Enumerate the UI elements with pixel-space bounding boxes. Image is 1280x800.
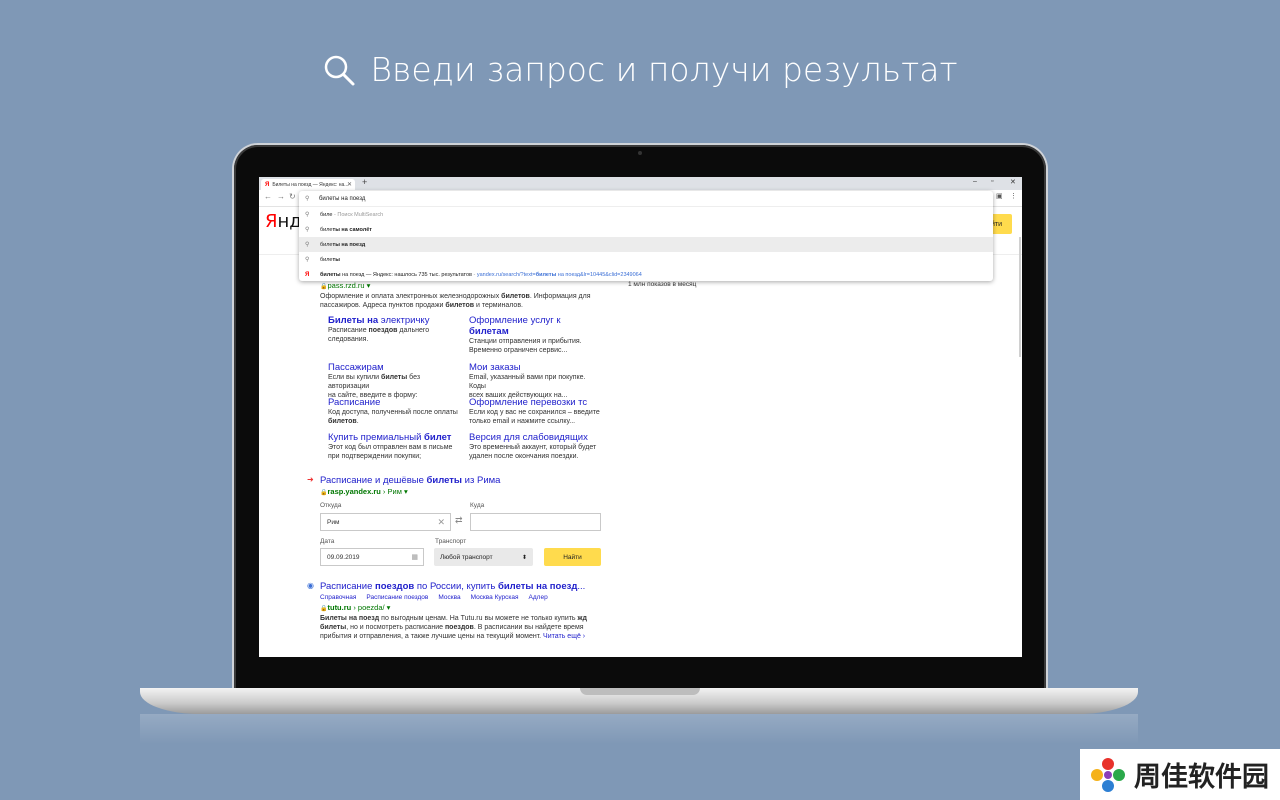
watermark-text: 周佳软件园 (1134, 762, 1269, 793)
date-input[interactable]: 09.09.2019 ▦ (320, 548, 424, 566)
crumb-link[interactable]: Адлер (529, 594, 548, 601)
result-url[interactable]: 🔒pass.rzd.ru ▾ (320, 281, 370, 292)
back-icon[interactable]: ← (264, 192, 272, 201)
omnibox-input[interactable]: ⚲ билеты на поезд (299, 191, 993, 207)
result-snippet: Билеты на поезд по выгодным ценам. На Tu… (320, 615, 587, 640)
to-input[interactable] (470, 513, 601, 531)
camera (638, 151, 642, 155)
omnibox-dropdown: ⚲ билеты на поезд ⚲ биле - Поиск MultiSe… (299, 191, 993, 281)
suggestion-item[interactable]: ⚲ билеты на поезд (299, 237, 993, 252)
result-url[interactable]: 🔒rasp.yandex.ru › Рим ▾ (320, 487, 408, 498)
minimize-icon[interactable]: – (973, 178, 977, 185)
breadcrumb: Справочная Расписание поездов Москва Мос… (320, 594, 548, 601)
result-snippet: Оформление и оплата электронных железнод… (320, 293, 591, 309)
read-more-link[interactable]: Читать ещё › (541, 633, 585, 640)
clear-icon[interactable]: ✕ (437, 517, 445, 528)
search-icon: ⚲ (305, 242, 310, 248)
tab-title: Билеты на поезд — Яндекс: на... (272, 181, 349, 188)
screen: Я Билеты на поезд — Яндекс: на... ✕ + – … (259, 177, 1022, 657)
crumb-link[interactable]: Москва (438, 594, 460, 601)
sitelink[interactable]: Расписание Код доступа, полученный после… (328, 397, 463, 426)
stats-text: 1 млн показов в месяц (628, 281, 697, 288)
sitelink[interactable]: Версия для слабовидящих Это временный ак… (469, 432, 604, 461)
result-title-link[interactable]: Расписание и дешёвые билеты из Рима (320, 475, 500, 486)
tab-favicon: Я (265, 181, 270, 188)
search-icon: ⚲ (305, 227, 310, 233)
window-close-icon[interactable]: ✕ (1010, 178, 1016, 186)
reflection (140, 714, 1138, 744)
date-label: Дата (320, 538, 335, 545)
crumb-link[interactable]: Справочная (320, 594, 356, 601)
watermark: 周佳软件园 (1080, 749, 1280, 800)
crumb-link[interactable]: Расписание поездов (366, 594, 428, 601)
transport-label: Транспорт (435, 538, 467, 545)
sitelink[interactable]: Мои заказы Email, указанный вами при пок… (469, 362, 604, 400)
swap-icon[interactable]: ⇄ (455, 515, 463, 526)
suggestion-item[interactable]: ⚲ биле - Поиск MultiSearch (299, 207, 993, 222)
suggestion-item[interactable]: ⚲ билеты на самолёт (299, 222, 993, 237)
from-label: Откуда (320, 502, 342, 509)
search-icon: ⚲ (305, 257, 310, 263)
suggestion-item[interactable]: ⚲ билеты (299, 252, 993, 267)
extension-icon[interactable]: ▣ (996, 192, 1003, 200)
transport-select[interactable]: Любой транспорт ⬍ (434, 548, 533, 566)
sitelink[interactable]: Пассажирам Если вы купили билеты без авт… (328, 362, 463, 400)
new-tab-button[interactable]: + (362, 177, 367, 187)
from-input[interactable]: Рим ✕ (320, 513, 451, 531)
headline-text: Введи запрос и получи результат (370, 50, 958, 89)
crumb-link[interactable]: Москва Курская (471, 594, 519, 601)
result-url[interactable]: 🔒tutu.ru › poezda/ ▾ (320, 603, 390, 614)
close-icon[interactable]: ✕ (347, 181, 352, 188)
tab-bar: Я Билеты на поезд — Яндекс: на... ✕ + – … (259, 177, 1022, 190)
maximize-icon[interactable]: ▫ (991, 178, 993, 185)
scrollbar[interactable] (1019, 237, 1021, 357)
search-icon: ⚲ (305, 212, 310, 218)
laptop-notch (580, 688, 700, 695)
chevron-updown-icon: ⬍ (521, 554, 527, 561)
rasp-favicon-icon: ➜ (307, 475, 314, 484)
tutu-favicon-icon: ◉ (307, 581, 314, 590)
omnibox-query: билеты на поезд (319, 195, 366, 202)
calendar-icon[interactable]: ▦ (411, 553, 418, 561)
result-title-link[interactable]: Расписание поездов по России, купить бил… (320, 581, 585, 592)
search-icon: ⚲ (305, 196, 310, 202)
browser-tab[interactable]: Я Билеты на поезд — Яндекс: на... ✕ (261, 179, 355, 190)
yandex-favicon-icon: Я (305, 271, 310, 278)
sitelink[interactable]: Оформление услуг к билетам Станции отпра… (469, 315, 604, 355)
reload-icon[interactable]: ↻ (289, 192, 296, 201)
forward-icon[interactable]: → (277, 192, 285, 201)
search-icon (325, 55, 355, 85)
history-suggestion[interactable]: Я билеты на поезд — Яндекс: нашлось 735 … (299, 267, 993, 282)
headline: Введи запрос и получи результат (0, 50, 1280, 89)
sitelink[interactable]: Оформление перевозки тс Если код у вас н… (469, 397, 604, 426)
pinwheel-logo-icon (1091, 757, 1125, 792)
menu-icon[interactable]: ⋮ (1010, 192, 1017, 200)
find-button[interactable]: Найти (544, 548, 601, 566)
sitelink[interactable]: Билеты на электричку Расписание поездов … (328, 315, 463, 344)
sitelink[interactable]: Купить премиальный билет Этот код был от… (328, 432, 463, 461)
to-label: Куда (470, 502, 485, 509)
